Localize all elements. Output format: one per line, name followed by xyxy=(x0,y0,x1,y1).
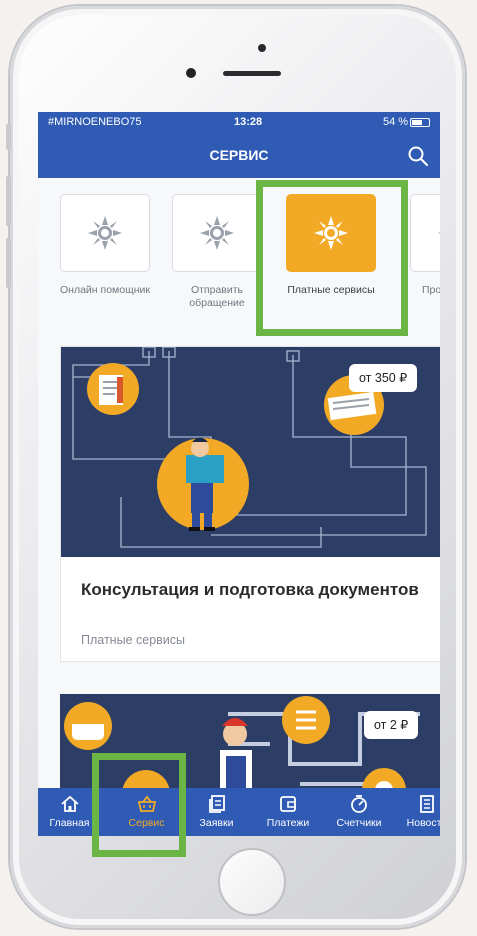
requests-icon xyxy=(208,795,225,813)
tab-payments[interactable]: Платежи xyxy=(257,788,319,836)
tab-label: Заявки xyxy=(199,817,234,829)
tab-label: Главная xyxy=(49,817,90,829)
battery-icon xyxy=(410,118,430,127)
sun-icon xyxy=(88,216,122,250)
tab-label: Новости xyxy=(406,817,440,829)
news-icon xyxy=(420,795,434,813)
category-tile-other-services[interactable] xyxy=(410,194,440,272)
tab-label: Платежи xyxy=(266,817,310,829)
sun-icon xyxy=(438,232,440,234)
tab-requests[interactable]: Заявки xyxy=(188,788,245,836)
category-label: Отправить обращение xyxy=(189,284,245,309)
tab-label: Счетчики xyxy=(336,817,382,829)
page-title: СЕРВИС xyxy=(209,147,269,163)
wallet-icon xyxy=(280,796,296,812)
home-button[interactable] xyxy=(218,848,286,916)
category-label: Прочие сервисы xyxy=(422,284,440,296)
volume-up-button xyxy=(6,176,11,226)
price-badge: от 350 ₽ xyxy=(349,364,418,392)
battery-percent: 54 % xyxy=(383,116,409,128)
earpiece-speaker xyxy=(223,71,281,76)
app-bar: СЕРВИС xyxy=(38,134,440,178)
card-title: Консультация и подготовка документов xyxy=(81,580,419,599)
highlight-paid-services xyxy=(256,180,408,336)
mute-switch xyxy=(6,124,11,150)
sun-icon xyxy=(200,216,234,250)
category-label: Онлайн помощник xyxy=(60,284,150,296)
service-card[interactable]: от 350 ₽ Консультация и подготовка докум… xyxy=(60,346,440,662)
card-illustration: от 350 ₽ xyxy=(61,347,440,557)
carrier-name: #MIRNOENEBO75 xyxy=(48,116,142,128)
front-camera xyxy=(186,68,196,78)
category-tile-online-helper[interactable] xyxy=(60,194,150,272)
search-icon[interactable] xyxy=(406,144,430,168)
highlight-service-tab xyxy=(92,753,186,857)
meter-icon xyxy=(351,795,367,813)
camera-dot xyxy=(258,44,266,52)
volume-down-button xyxy=(6,238,11,288)
home-icon xyxy=(60,795,79,812)
status-time: 13:28 xyxy=(234,116,263,128)
card-subtitle: Платные сервисы xyxy=(81,633,186,647)
category-tile-send-request[interactable] xyxy=(172,194,262,272)
price-badge: от 2 ₽ xyxy=(364,711,419,739)
tab-meters[interactable]: Счетчики xyxy=(328,788,390,836)
tab-home[interactable]: Главная xyxy=(41,788,98,836)
tab-news[interactable]: Новости xyxy=(398,788,440,836)
status-bar: #MIRNOENEBO75 13:28 54 % xyxy=(38,112,440,134)
